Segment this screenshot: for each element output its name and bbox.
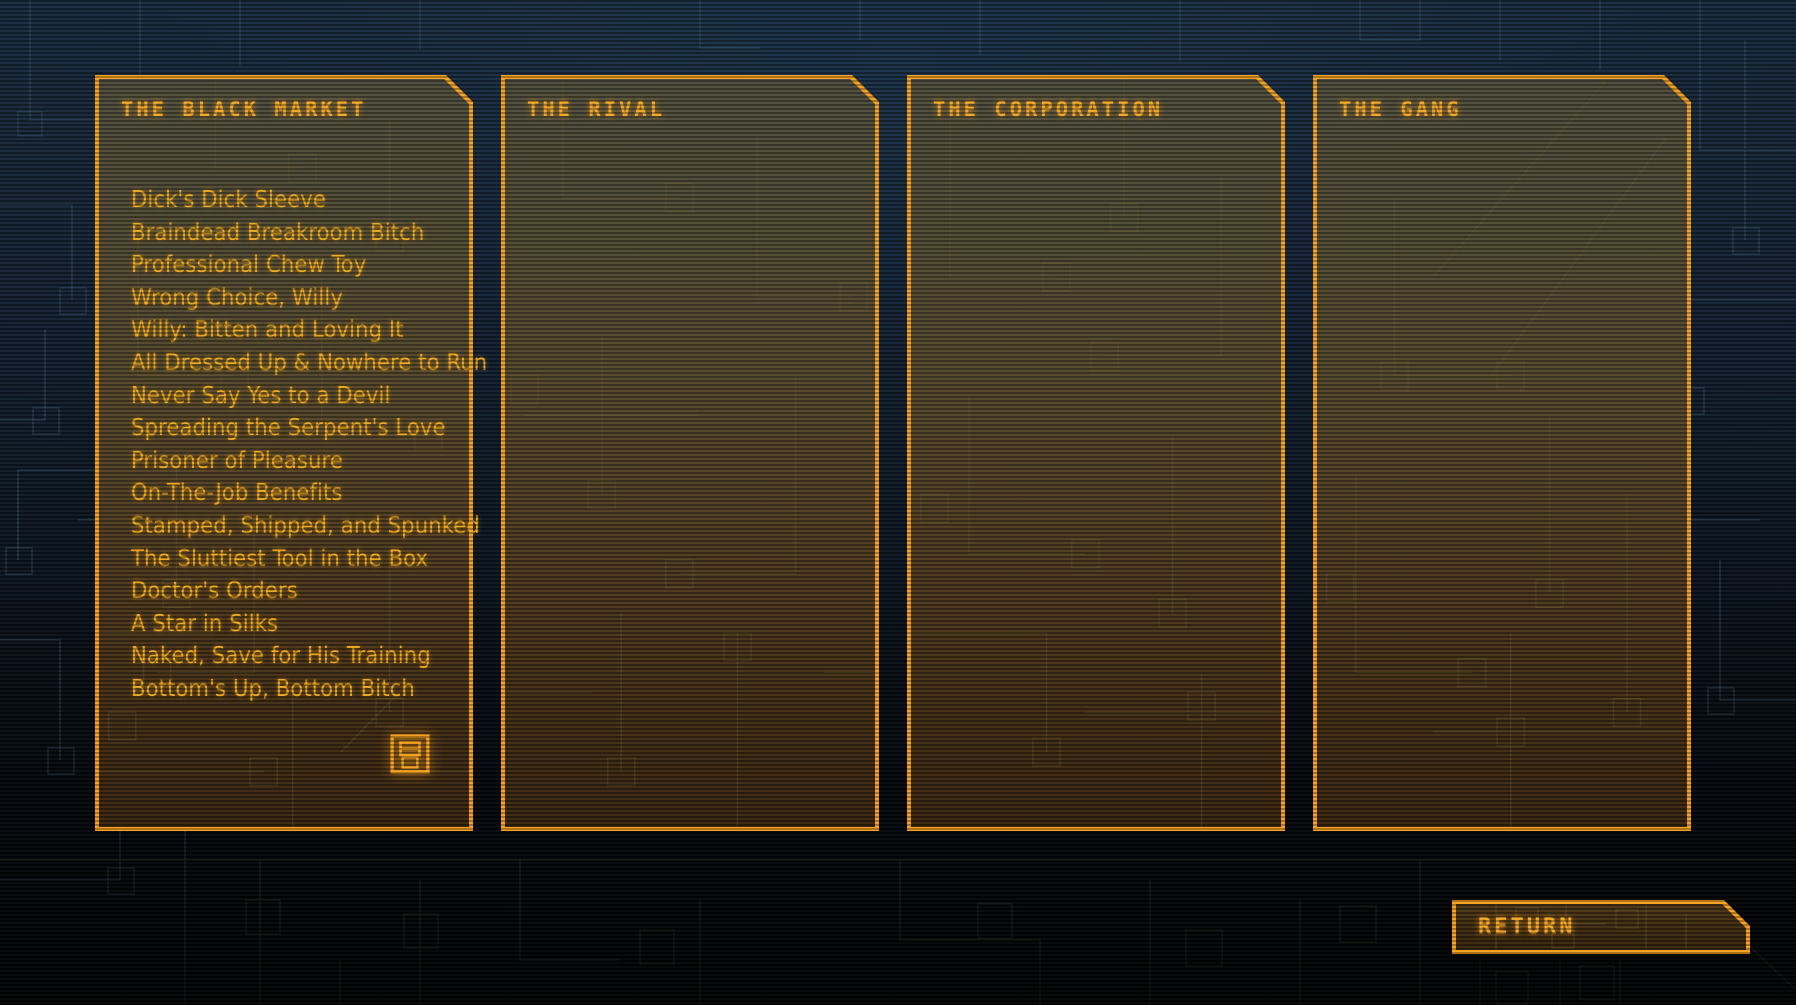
list-item[interactable]: Naked, Save for His Training [131,639,455,672]
list-item[interactable]: Braindead Breakroom Bitch [131,216,455,249]
faction-panels: THE BLACK MARKET Dick's Dick Sleeve Brain… [95,75,1691,831]
panel-title: THE BLACK MARKET [121,97,367,121]
list-item[interactable]: Prisoner of Pleasure [131,444,455,477]
list-item[interactable]: Bottom's Up, Bottom Bitch [131,672,455,705]
save-floppy-icon[interactable] [389,733,431,775]
list-item[interactable]: Stamped, Shipped, and Spunked [131,509,480,542]
panel-circuit-texture [505,79,875,827]
list-item[interactable]: Spreading the Serpent's Love [131,411,455,444]
list-item[interactable]: All Dressed Up & Nowhere to Run [131,346,487,379]
list-item[interactable]: Dick's Dick Sleeve [131,183,455,216]
list-item[interactable]: Wrong Choice, Willy [131,281,455,314]
panel-title: THE CORPORATION [933,97,1164,121]
panel-item-list: Dick's Dick Sleeve Braindead Breakroom Bi… [131,183,487,705]
list-item[interactable]: A Star in Silks [131,607,455,640]
panel-fill [911,79,1281,827]
panel-the-corporation[interactable]: THE CORPORATION [907,75,1285,831]
list-item[interactable]: On-The-Job Benefits [131,476,455,509]
panel-circuit-texture [1317,79,1687,827]
list-item[interactable]: Never Say Yes to a Devil [131,379,455,412]
list-item[interactable]: Doctor's Orders [131,574,455,607]
panel-circuit-texture [911,79,1281,827]
panel-title: THE RIVAL [527,97,666,121]
panel-fill [1317,79,1687,827]
panel-the-black-market[interactable]: THE BLACK MARKET Dick's Dick Sleeve Brain… [95,75,487,831]
list-item[interactable]: Willy: Bitten and Loving It [131,313,455,346]
panel-title: THE GANG [1339,97,1462,121]
panel-the-gang[interactable]: THE GANG [1313,75,1691,831]
game-screen: THE BLACK MARKET Dick's Dick Sleeve Brain… [0,0,1796,1005]
list-item[interactable]: Professional Chew Toy [131,248,455,281]
return-button[interactable]: RETURN [1452,900,1750,954]
panel-fill [505,79,875,827]
panel-the-rival[interactable]: THE RIVAL [501,75,879,831]
list-item[interactable]: The Sluttiest Tool in the Box [131,542,455,575]
return-button-label: RETURN [1478,914,1576,940]
